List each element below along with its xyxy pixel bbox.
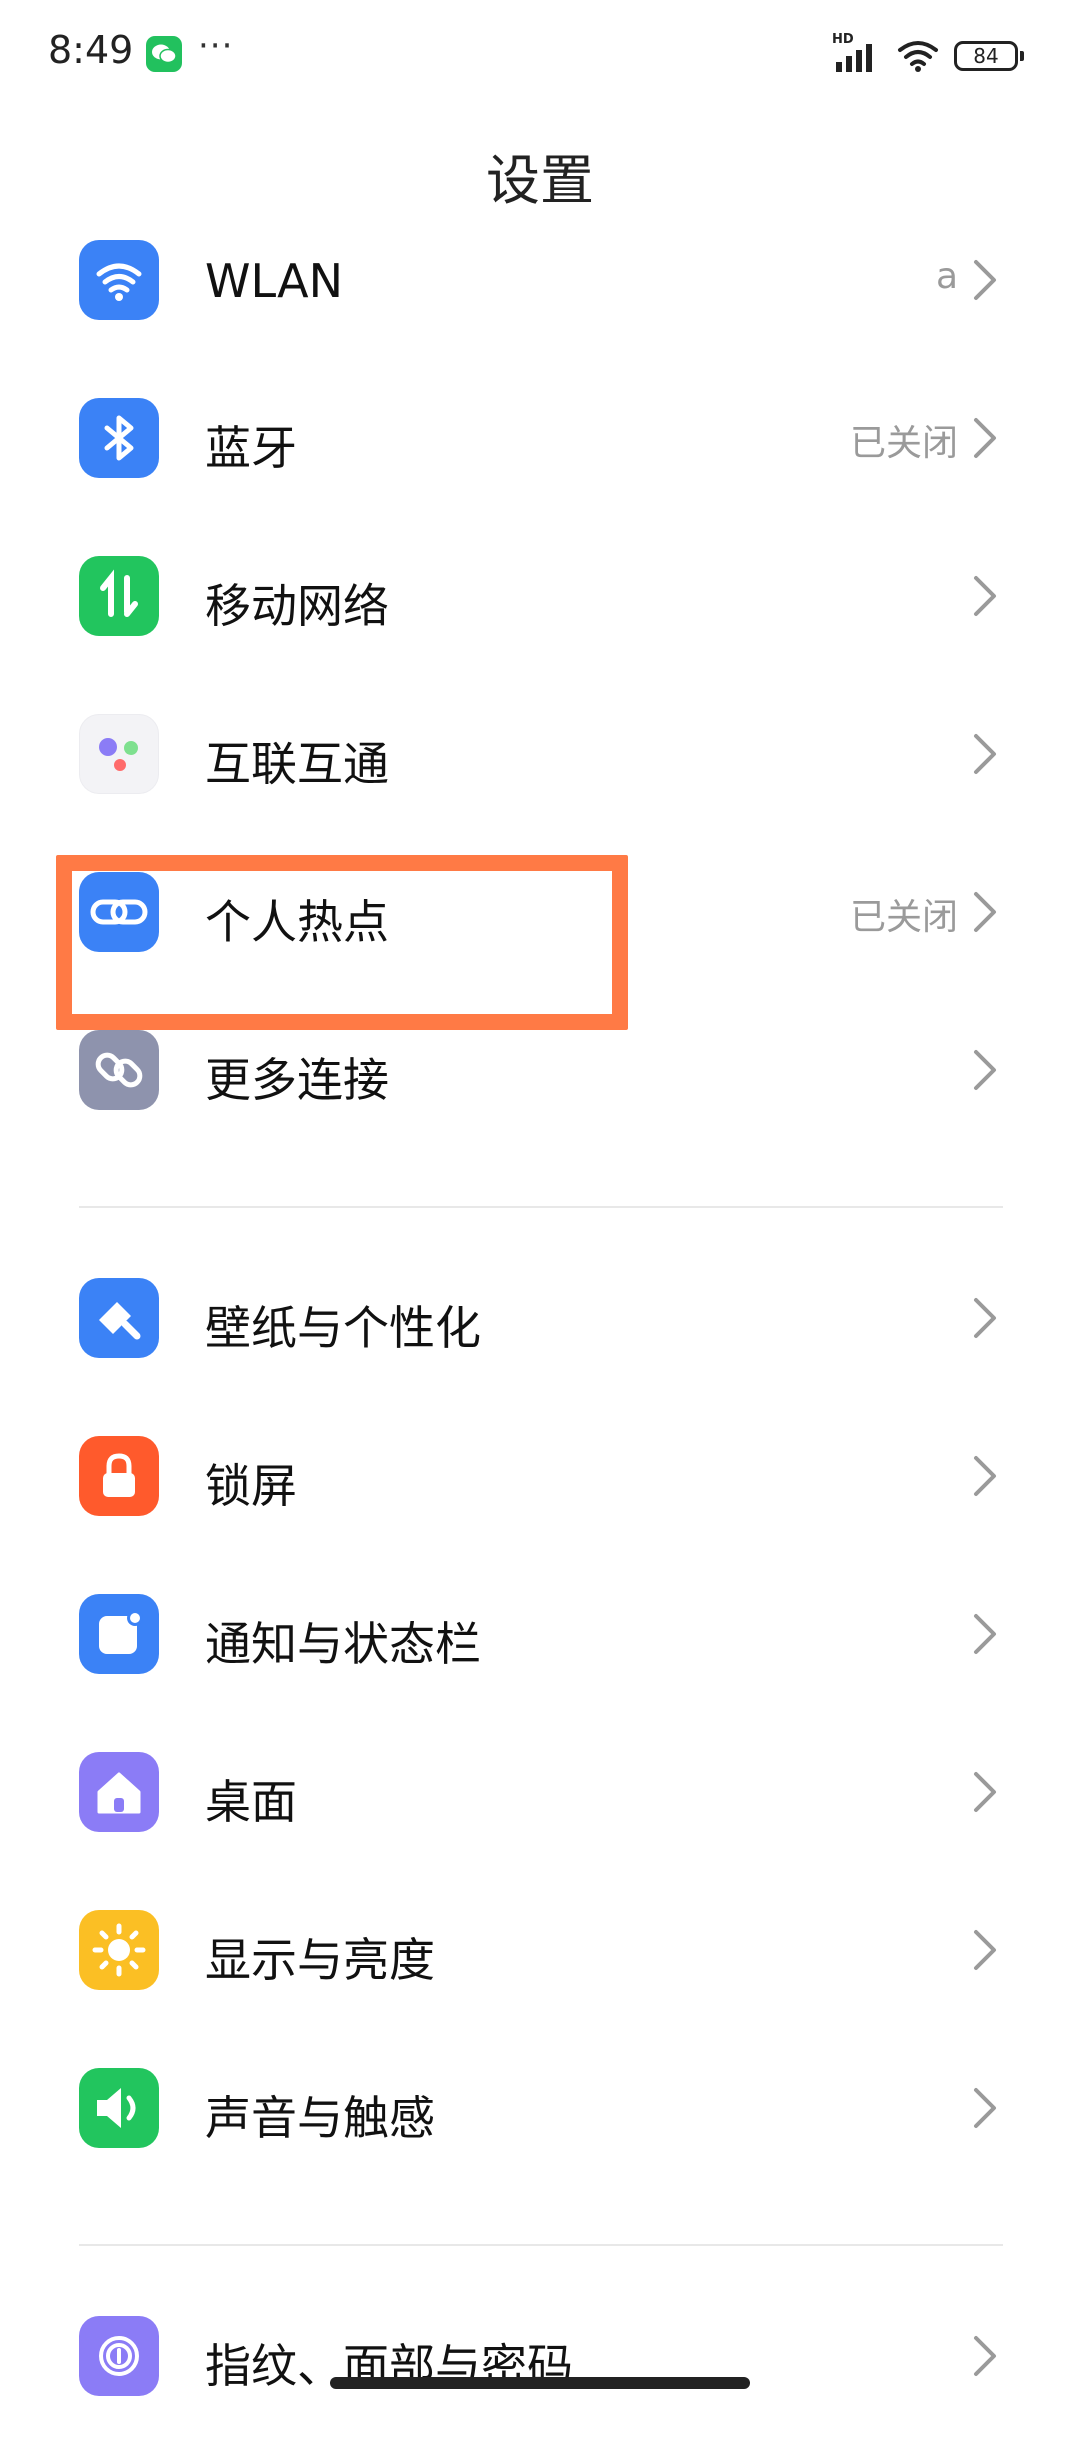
settings-item-interconnect[interactable]: 互联互通 <box>0 688 1080 845</box>
home-indicator[interactable] <box>330 2377 750 2389</box>
highlight-box <box>56 855 628 1030</box>
settings-item-label: WLAN <box>205 254 344 308</box>
home-icon <box>79 1752 159 1832</box>
page-title: 设置 <box>486 149 594 212</box>
settings-item-display[interactable]: 显示与亮度 <box>0 1884 1080 2041</box>
settings-item-desktop[interactable]: 桌面 <box>0 1726 1080 1883</box>
mobile-data-icon <box>79 556 159 636</box>
chevron-right-icon <box>974 576 996 616</box>
settings-item-label: 显示与亮度 <box>205 1933 435 1987</box>
chevron-right-icon <box>974 892 996 932</box>
battery-icon: 84 <box>954 41 1024 71</box>
section-divider <box>79 1206 1003 1208</box>
settings-item-label: 通知与状态栏 <box>205 1617 481 1671</box>
more-link-icon <box>79 1030 159 1110</box>
chevron-right-icon <box>974 1614 996 1654</box>
section-divider <box>79 2244 1003 2246</box>
chevron-right-icon <box>974 418 996 458</box>
settings-item-value: a <box>935 256 958 297</box>
settings-item-label: 壁纸与个性化 <box>205 1301 481 1355</box>
chevron-right-icon <box>974 734 996 774</box>
signal-icon: HD <box>832 32 882 74</box>
settings-item-bluetooth[interactable]: 蓝牙 已关闭 <box>0 372 1080 529</box>
speaker-icon <box>79 2068 159 2148</box>
status-more-icon: ··· <box>198 26 234 66</box>
wechat-icon <box>146 36 182 72</box>
wifi-icon <box>79 240 159 320</box>
brush-icon <box>79 1278 159 1358</box>
settings-item-mobile-network[interactable]: 移动网络 <box>0 530 1080 687</box>
settings-item-sound[interactable]: 声音与触感 <box>0 2042 1080 2199</box>
chevron-right-icon <box>974 1772 996 1812</box>
notification-icon <box>79 1594 159 1674</box>
settings-item-fingerprint[interactable]: 指纹、面部与密码 <box>0 2290 1080 2447</box>
interconnect-dots-icon <box>79 714 159 794</box>
settings-item-label: 互联互通 <box>205 737 389 791</box>
network-badge: HD <box>832 32 854 47</box>
status-bar: 8:49 ··· HD 84 <box>0 0 1080 110</box>
chevron-right-icon <box>974 1456 996 1496</box>
chevron-right-icon <box>974 2336 996 2376</box>
status-right-group: HD 84 <box>832 32 1024 76</box>
settings-item-value: 已关闭 <box>849 423 958 464</box>
wifi-icon <box>896 38 940 74</box>
chevron-right-icon <box>974 1050 996 1090</box>
chevron-right-icon <box>974 2088 996 2128</box>
chevron-right-icon <box>974 1298 996 1338</box>
bluetooth-icon <box>79 398 159 478</box>
status-time: 8:49 <box>48 28 134 72</box>
lock-icon <box>79 1436 159 1516</box>
settings-item-label: 锁屏 <box>205 1459 297 1513</box>
sun-icon <box>79 1910 159 1990</box>
settings-item-value: 已关闭 <box>849 897 958 938</box>
settings-item-label: 蓝牙 <box>205 421 297 475</box>
settings-item-label: 更多连接 <box>205 1053 389 1107</box>
chevron-right-icon <box>974 1930 996 1970</box>
settings-item-label: 移动网络 <box>205 579 389 633</box>
settings-item-notification[interactable]: 通知与状态栏 <box>0 1568 1080 1725</box>
fingerprint-icon <box>79 2316 159 2396</box>
settings-item-label: 桌面 <box>205 1775 297 1829</box>
settings-item-wallpaper[interactable]: 壁纸与个性化 <box>0 1252 1080 1409</box>
chevron-right-icon <box>974 260 996 300</box>
settings-item-wlan[interactable]: WLAN a <box>0 214 1080 371</box>
settings-item-lock-screen[interactable]: 锁屏 <box>0 1410 1080 1567</box>
settings-item-label: 声音与触感 <box>205 2091 435 2145</box>
